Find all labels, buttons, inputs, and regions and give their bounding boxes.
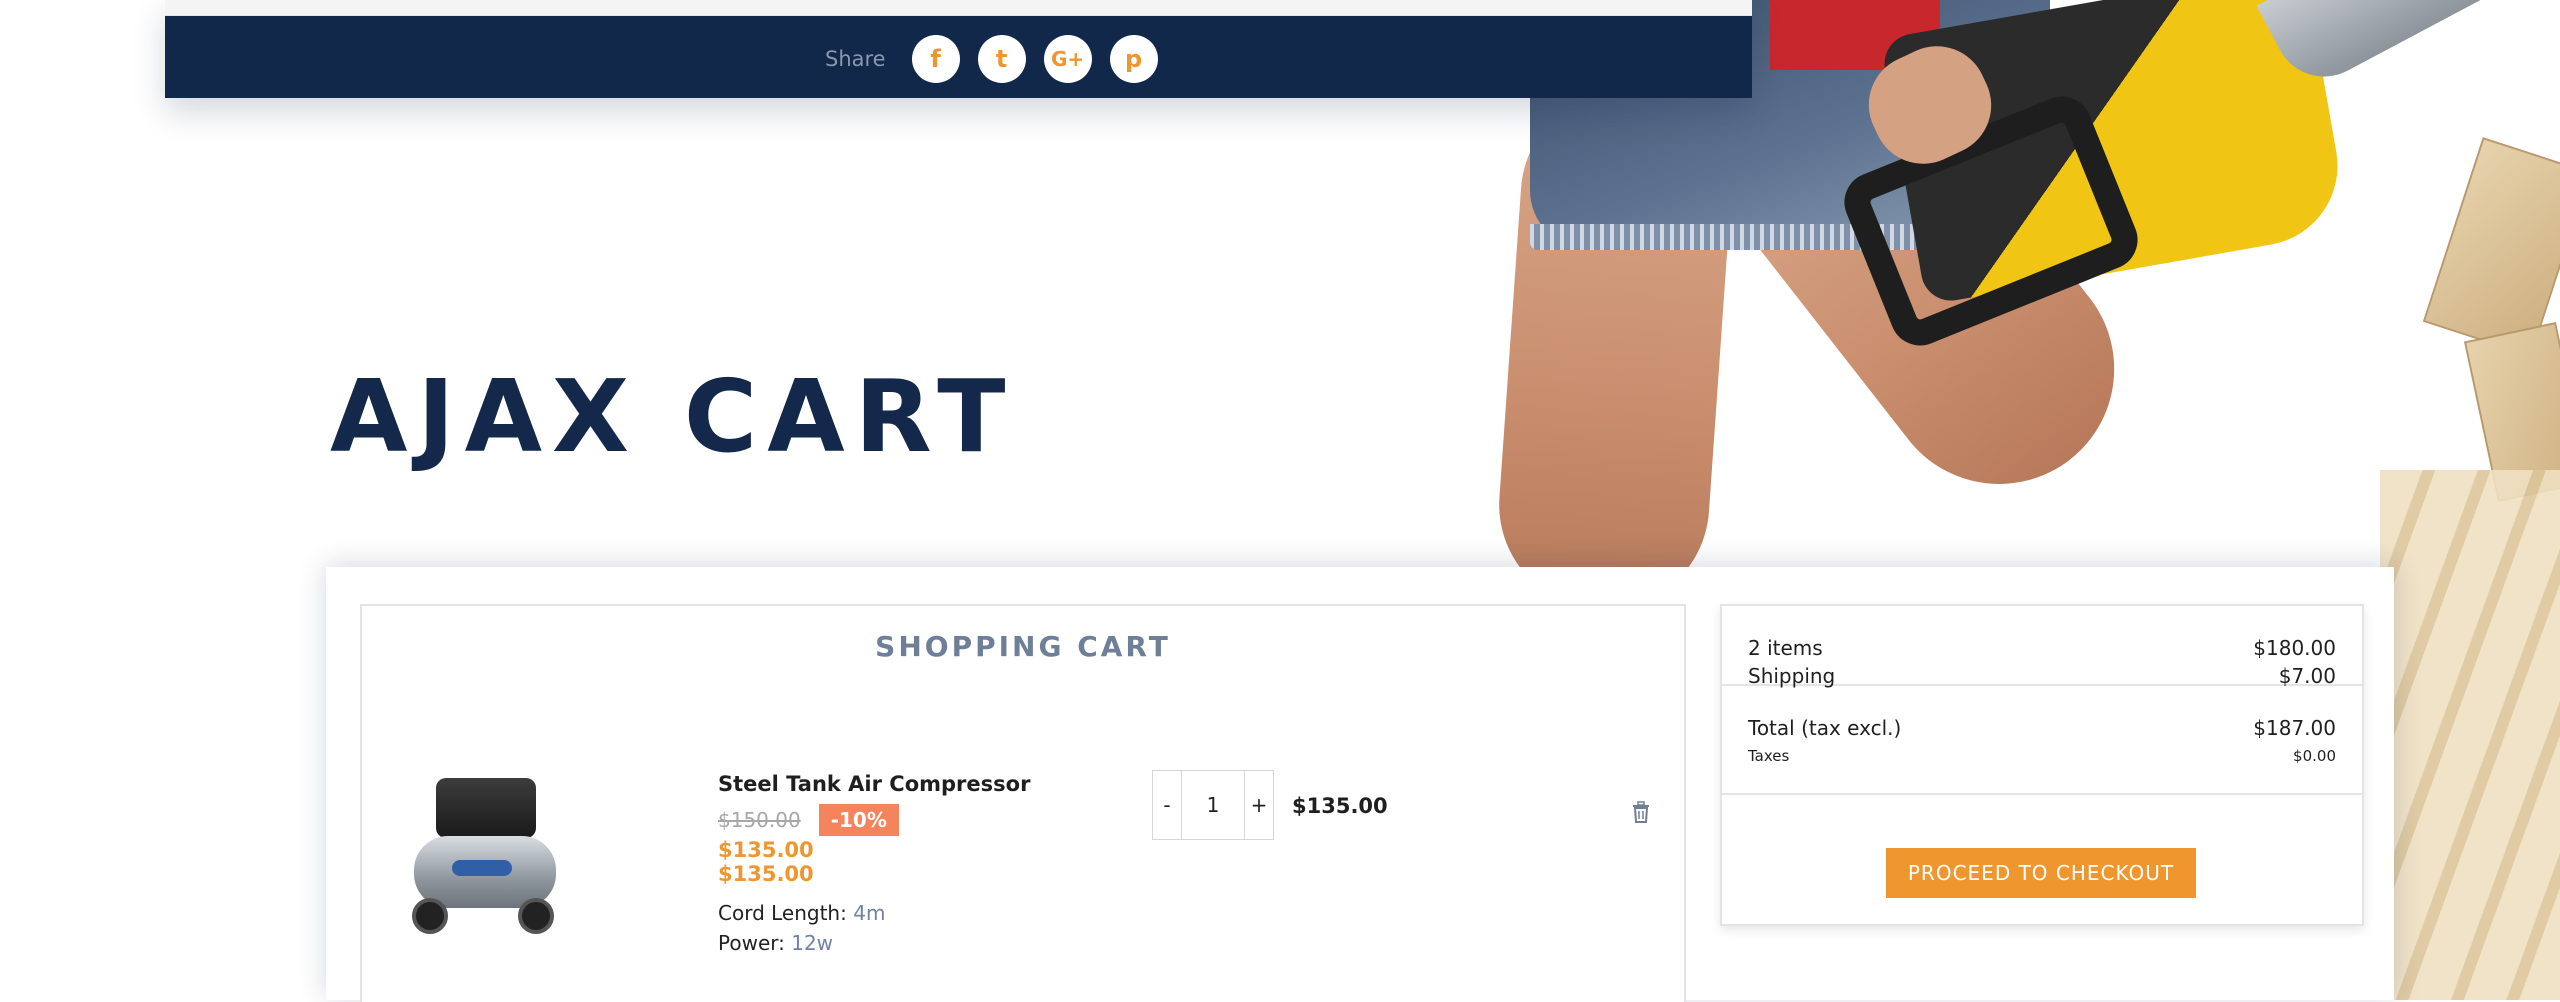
summary-subtotals: 2 items $180.00 Shipping $7.00 (1722, 606, 2362, 688)
summary-taxes-label: Taxes (1748, 747, 1790, 765)
product-name-link[interactable]: Steel Tank Air Compressor (718, 772, 1118, 796)
product-info: Steel Tank Air Compressor $150.00 -10% $… (718, 772, 1118, 958)
attribute-value: 4m (853, 901, 886, 925)
summary-shipping-label: Shipping (1748, 664, 1836, 688)
old-price: $150.00 (718, 808, 801, 832)
photo-wood-stack (2380, 470, 2560, 1000)
product-image-wheel (518, 898, 554, 934)
product-image[interactable] (406, 774, 566, 934)
cart-summary: 2 items $180.00 Shipping $7.00 Total (ta… (1720, 604, 2364, 926)
share-bar: Share f t G+ p (165, 0, 1752, 98)
summary-total-value: $187.00 (2253, 716, 2336, 740)
product-attributes: Cord Length: 4m Power: 12w (718, 898, 1118, 958)
product-image-motor (436, 778, 536, 838)
discount-badge: -10% (818, 804, 899, 836)
summary-shipping-value: $7.00 (2278, 664, 2336, 688)
pinterest-icon[interactable]: p (1109, 35, 1158, 83)
price-line: $150.00 -10% (718, 802, 1118, 838)
product-unit-price: $135.00 (718, 862, 814, 886)
trash-icon[interactable] (1630, 800, 1652, 824)
product-image-logo (452, 860, 512, 876)
summary-taxes-row: Taxes $0.00 (1722, 744, 2362, 768)
summary-total-label: Total (tax excl.) (1748, 716, 1902, 740)
summary-taxes-value: $0.00 (2293, 747, 2336, 765)
google-plus-icon[interactable]: G+ (1043, 35, 1092, 83)
share-label: Share (825, 47, 886, 71)
cart-panel: SHOPPING CART Steel Tank Air Compressor … (326, 567, 2394, 1002)
quantity-input[interactable] (1182, 770, 1244, 840)
summary-items-row: 2 items $180.00 (1722, 634, 2362, 662)
quantity-stepper: - + (1152, 770, 1274, 840)
attribute-cord-length: Cord Length: 4m (718, 898, 1118, 928)
summary-items-value: $180.00 (2253, 636, 2336, 660)
summary-totals: Total (tax excl.) $187.00 Taxes $0.00 (1722, 686, 2362, 795)
photo-wood-block (2422, 137, 2560, 357)
attribute-label: Cord Length: (718, 901, 847, 925)
attribute-power: Power: 12w (718, 928, 1118, 958)
quantity-increment-button[interactable]: + (1244, 770, 1274, 840)
product-image-wheel (412, 898, 448, 934)
attribute-value: 12w (791, 931, 834, 955)
attribute-label: Power: (718, 931, 785, 955)
facebook-icon[interactable]: f (911, 35, 960, 83)
twitter-icon[interactable]: t (977, 35, 1026, 83)
proceed-to-checkout-button[interactable]: PROCEED TO CHECKOUT (1886, 848, 2196, 898)
shopping-cart-box: SHOPPING CART Steel Tank Air Compressor … (360, 604, 1686, 1002)
quantity-decrement-button[interactable]: - (1152, 770, 1182, 840)
share-row: Share f t G+ p (825, 35, 1158, 83)
cart-heading: SHOPPING CART (875, 630, 1171, 663)
product-price: $135.00 (718, 838, 814, 862)
page-title: AJAX CART (330, 358, 1016, 475)
summary-total-row: Total (tax excl.) $187.00 (1722, 712, 2362, 744)
summary-items-label: 2 items (1748, 636, 1823, 660)
share-bar-top-strip (165, 0, 1752, 16)
line-total: $135.00 (1292, 794, 1388, 818)
